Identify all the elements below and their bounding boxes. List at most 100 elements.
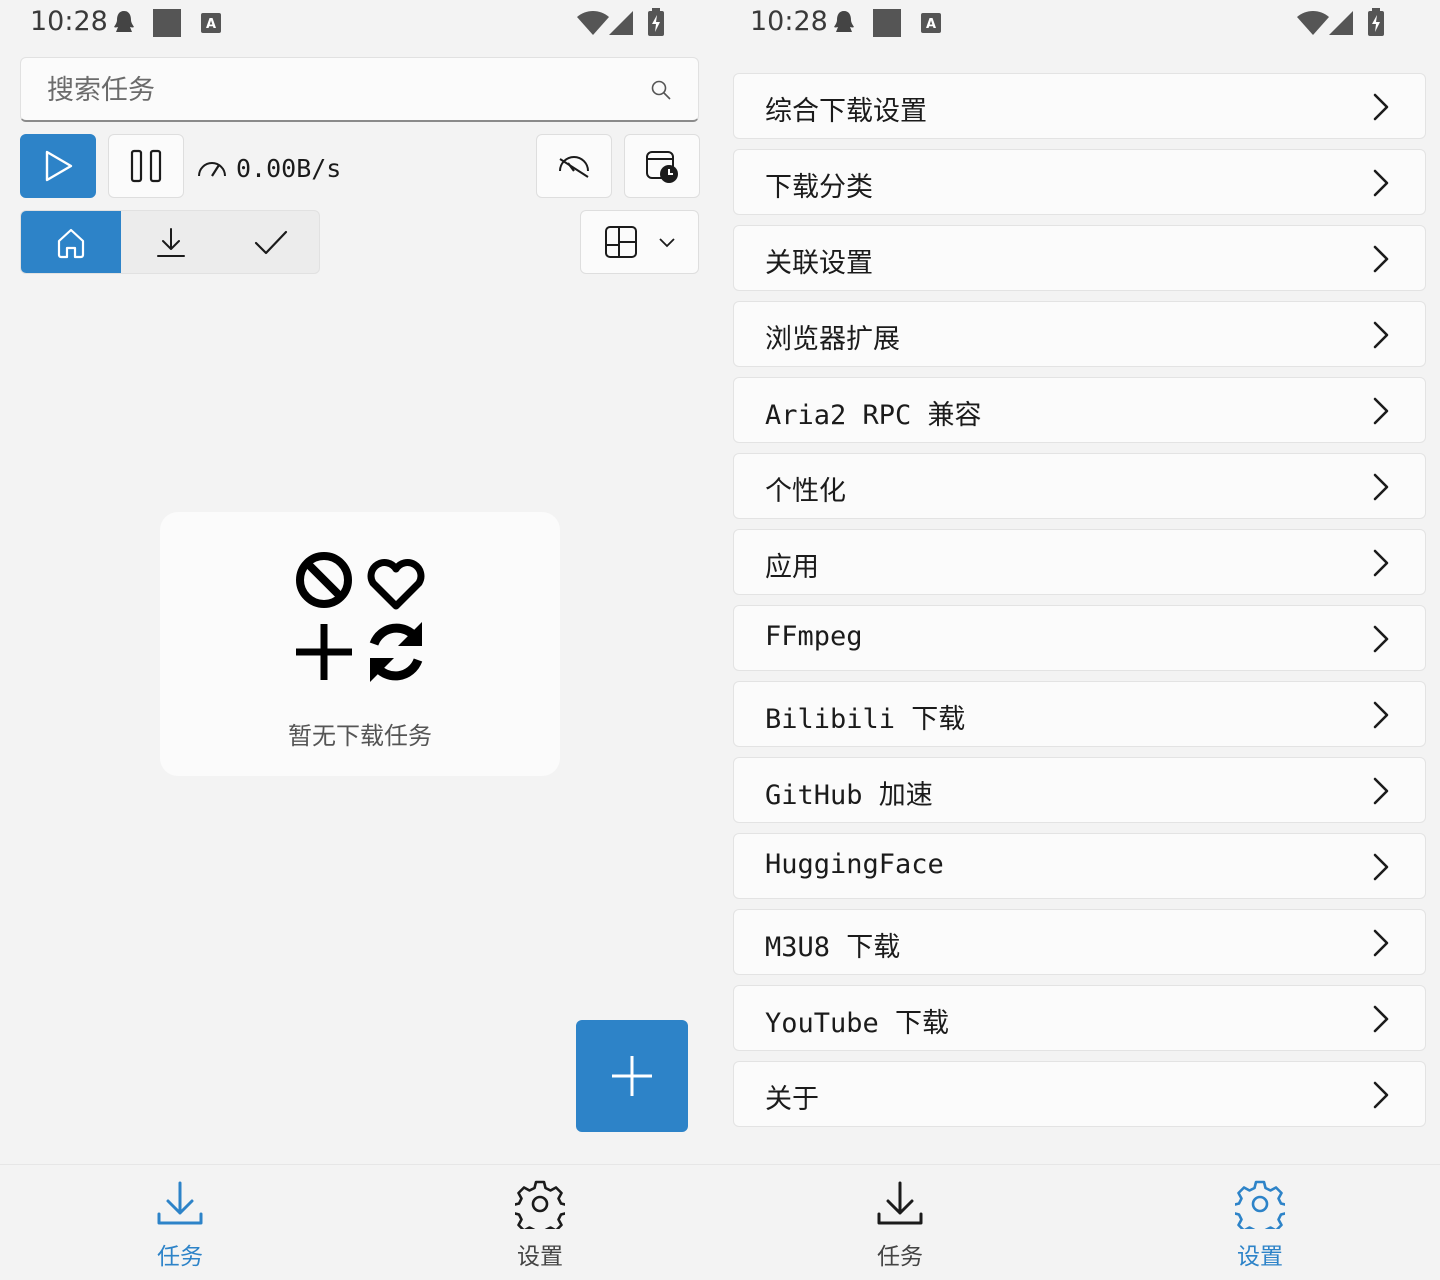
settings-row-label: 关联设置 — [765, 248, 873, 279]
heart-icon — [367, 559, 425, 610]
chevron-down-icon — [658, 238, 675, 248]
settings-row[interactable]: YouTube 下载 — [733, 985, 1426, 1051]
chevron-right-icon — [1373, 625, 1389, 653]
settings-row-label: Aria2 RPC 兼容 — [765, 400, 982, 431]
settings-row[interactable]: HuggingFace — [733, 833, 1426, 899]
settings-row[interactable]: 个性化 — [733, 453, 1426, 519]
chevron-right-icon — [1373, 93, 1389, 121]
nav-tasks[interactable]: 任务 — [720, 1165, 1080, 1280]
add-task-button[interactable] — [576, 1020, 688, 1132]
status-time: 10:28 — [30, 6, 108, 37]
plus-icon — [296, 624, 352, 680]
keyboard-notification-icon: A — [921, 13, 941, 33]
tab-downloading[interactable] — [121, 211, 221, 273]
block-icon — [296, 552, 352, 608]
settings-row[interactable]: 关联设置 — [733, 225, 1426, 291]
chevron-right-icon — [1373, 245, 1389, 273]
tab-completed[interactable] — [221, 211, 319, 273]
settings-row[interactable]: 关于 — [733, 1061, 1426, 1127]
settings-row-label: YouTube 下载 — [765, 1008, 950, 1039]
download-speed: 0.00B/s — [196, 148, 341, 188]
app-notification-icon — [873, 9, 901, 37]
settings-row-label: 个性化 — [765, 476, 846, 507]
wifi-icon — [1297, 11, 1329, 35]
chevron-right-icon — [1373, 1081, 1389, 1109]
signal-icon — [609, 11, 633, 35]
nav-settings[interactable]: 设置 — [360, 1165, 720, 1280]
settings-row[interactable]: FFmpeg — [733, 605, 1426, 671]
settings-row[interactable]: 应用 — [733, 529, 1426, 595]
empty-state-text: 暂无下载任务 — [288, 722, 432, 750]
empty-state-icons — [296, 552, 425, 682]
pause-icon — [130, 149, 162, 183]
status-time: 10:28 — [750, 6, 828, 37]
settings-row-label: GitHub 加速 — [765, 780, 933, 811]
battery-charging-icon — [1368, 8, 1384, 36]
chevron-right-icon — [1373, 321, 1389, 349]
settings-screen: 10:28 A 综合下载设置下载分类关联设置浏览器扩展 Aria2 RPC 兼容个… — [720, 0, 1440, 1280]
settings-row[interactable]: GitHub 加速 — [733, 757, 1426, 823]
status-bar: 10:28 A — [0, 0, 720, 48]
start-all-button[interactable] — [20, 134, 96, 198]
settings-row[interactable]: 综合下载设置 — [733, 73, 1426, 139]
search-input[interactable] — [47, 70, 607, 110]
speed-limit-icon — [559, 156, 589, 178]
search-box[interactable] — [20, 57, 699, 122]
settings-row[interactable]: 下载分类 — [733, 149, 1426, 215]
settings-row-label: FFmpeg — [765, 621, 863, 652]
refresh-icon — [369, 622, 423, 682]
chevron-right-icon — [1373, 169, 1389, 197]
task-filter-tabs — [20, 210, 320, 274]
speedometer-icon — [198, 162, 226, 177]
check-icon — [254, 230, 288, 255]
nav-settings-label: 设置 — [1237, 1244, 1283, 1270]
nav-tasks[interactable]: 任务 — [0, 1165, 360, 1280]
gear-icon — [1235, 1180, 1285, 1229]
nav-tasks-label: 任务 — [157, 1244, 203, 1270]
settings-row[interactable]: Bilibili 下载 — [733, 681, 1426, 747]
chevron-right-icon — [1373, 473, 1389, 501]
status-bar: 10:28 A — [720, 0, 1440, 48]
layout-grid-icon — [604, 226, 637, 258]
settings-row-label: 关于 — [765, 1084, 819, 1115]
chevron-right-icon — [1373, 701, 1389, 729]
app-notification-icon — [153, 9, 181, 37]
chevron-right-icon — [1373, 397, 1389, 425]
keyboard-notification-icon: A — [201, 13, 221, 33]
download-icon — [157, 228, 185, 257]
download-icon — [157, 1181, 203, 1225]
settings-row-label: HuggingFace — [765, 849, 944, 880]
qq-notification-icon — [114, 11, 134, 32]
signal-icon — [1329, 11, 1353, 35]
battery-charging-icon — [648, 8, 664, 36]
search-icon[interactable] — [649, 78, 673, 102]
chevron-right-icon — [1373, 777, 1389, 805]
settings-row[interactable]: Aria2 RPC 兼容 — [733, 377, 1426, 443]
schedule-button[interactable] — [624, 134, 700, 198]
settings-row-label: M3U8 下载 — [765, 932, 901, 963]
chevron-right-icon — [1373, 1005, 1389, 1033]
plus-icon — [612, 1056, 652, 1096]
svg-text:A: A — [206, 17, 216, 32]
nav-settings[interactable]: 设置 — [1080, 1165, 1440, 1280]
bottom-nav: 任务 设置 — [0, 1164, 720, 1280]
gear-icon — [515, 1180, 565, 1229]
home-icon — [57, 228, 85, 259]
settings-row-label: 综合下载设置 — [765, 96, 927, 127]
wifi-icon — [577, 11, 609, 35]
qq-notification-icon — [834, 11, 854, 32]
nav-tasks-label: 任务 — [877, 1244, 923, 1270]
chevron-right-icon — [1373, 929, 1389, 957]
chevron-right-icon — [1373, 549, 1389, 577]
settings-row[interactable]: M3U8 下载 — [733, 909, 1426, 975]
settings-row-label: Bilibili 下载 — [765, 704, 966, 735]
speed-limit-button[interactable] — [536, 134, 612, 198]
tab-all[interactable] — [21, 211, 121, 273]
pause-all-button[interactable] — [108, 134, 184, 198]
tasks-screen: 10:28 A 0.00B/s — [0, 0, 720, 1280]
nav-settings-label: 设置 — [517, 1244, 563, 1270]
settings-row[interactable]: 浏览器扩展 — [733, 301, 1426, 367]
layout-dropdown[interactable] — [580, 210, 699, 274]
settings-row-label: 应用 — [765, 552, 819, 583]
svg-text:A: A — [926, 17, 936, 32]
